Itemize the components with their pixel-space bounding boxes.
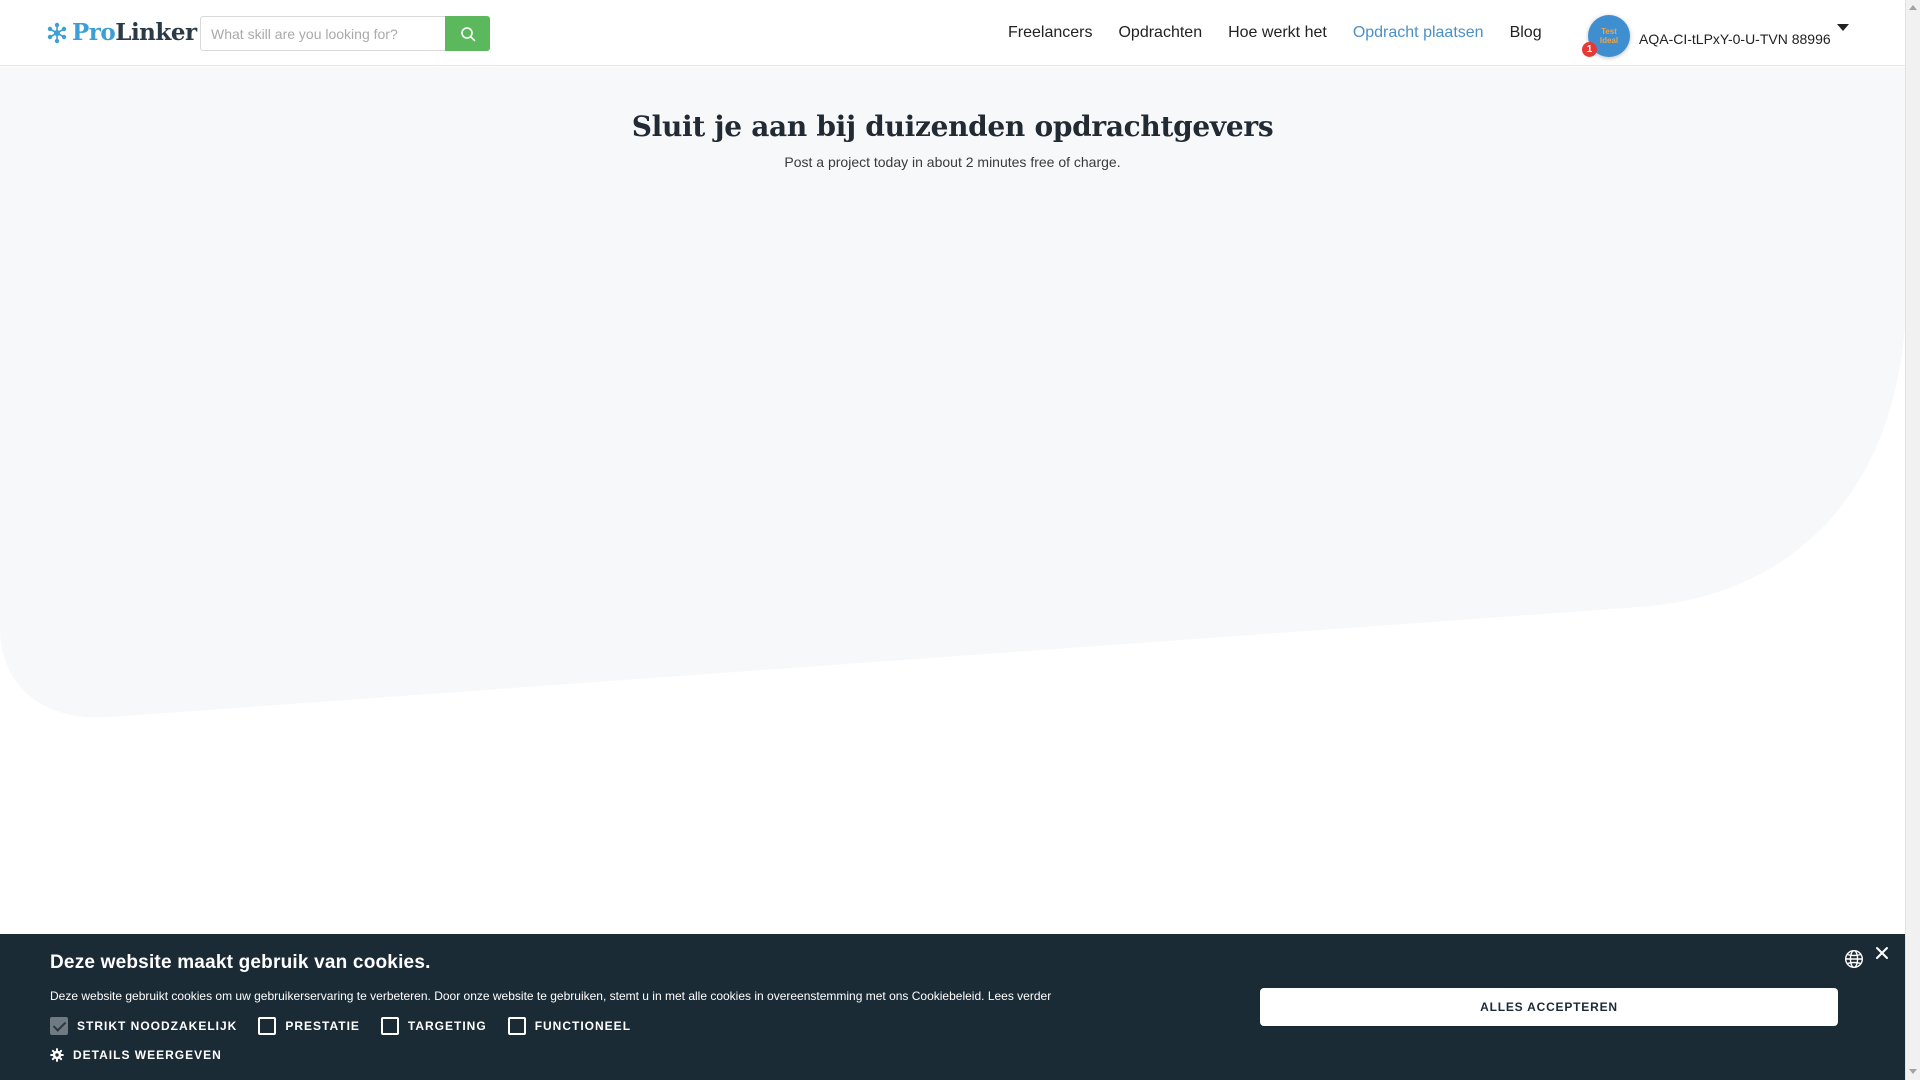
- cookie-options: STRIKT NOODZAKELIJK PRESTATIE TARGETING …: [50, 1017, 652, 1035]
- search-icon: [460, 26, 475, 41]
- prolinker-logo[interactable]: ProLinker: [46, 18, 197, 48]
- logo-wordmark: ProLinker: [72, 18, 197, 48]
- nav-freelancers[interactable]: Freelancers: [1008, 24, 1092, 42]
- cookie-option-label: STRIKT NOODZAKELIJK: [77, 1019, 238, 1033]
- nav-hoe-werkt-het[interactable]: Hoe werkt het: [1228, 24, 1327, 42]
- notification-badge[interactable]: 1: [1582, 42, 1597, 57]
- site-header: ProLinker Freelancers Opdrachten Hoe wer…: [0, 0, 1905, 66]
- user-name[interactable]: AQA-CI-tLPxY-0-U-TVN 88996: [1639, 31, 1831, 47]
- search-button[interactable]: [445, 16, 490, 51]
- skill-search: [200, 16, 490, 51]
- cookie-banner: Deze website maakt gebruik van cookies. …: [0, 934, 1905, 1080]
- cookie-option-targeting[interactable]: TARGETING: [380, 1017, 487, 1035]
- cookie-option-label: TARGETING: [407, 1019, 487, 1033]
- nav-opdracht-plaatsen[interactable]: Opdracht plaatsen: [1353, 24, 1484, 42]
- cookie-option-strictly-necessary[interactable]: STRIKT NOODZAKELIJK: [50, 1017, 237, 1035]
- checkbox-targeting[interactable]: [380, 1017, 399, 1035]
- cookie-option-label: FUNCTIONEEL: [534, 1019, 632, 1033]
- nav-opdrachten[interactable]: Opdrachten: [1118, 24, 1202, 42]
- logo-text-linker: Linker: [115, 19, 197, 46]
- page-scrollbar[interactable]: [1905, 0, 1920, 1080]
- main-nav: Freelancers Opdrachten Hoe werkt het Opd…: [1008, 0, 1568, 66]
- accept-all-button[interactable]: ALLES ACCEPTEREN: [1260, 988, 1838, 1026]
- checkbox-strictly-necessary[interactable]: [50, 1017, 68, 1035]
- avatar-text: Test Ideal: [1599, 27, 1619, 45]
- scroll-down-icon[interactable]: [1909, 1069, 1917, 1074]
- avatar[interactable]: Test Ideal 1: [1582, 15, 1630, 57]
- network-logo-icon: [47, 22, 67, 44]
- nav-blog[interactable]: Blog: [1510, 24, 1542, 42]
- skill-search-input[interactable]: [200, 16, 445, 51]
- page-subtitle: Post a project today in about 2 minutes …: [784, 154, 1121, 170]
- cookie-option-functional[interactable]: FUNCTIONEEL: [507, 1017, 632, 1035]
- checkbox-performance[interactable]: [258, 1017, 277, 1035]
- checkbox-functional[interactable]: [507, 1017, 526, 1035]
- scroll-up-icon[interactable]: [1909, 5, 1917, 10]
- page-title: Sluit je aan bij duizenden opdrachtgever…: [631, 110, 1274, 143]
- cookie-option-performance[interactable]: PRESTATIE: [258, 1017, 360, 1035]
- cookie-text: Deze website gebruikt cookies om uw gebr…: [50, 989, 1051, 1003]
- read-more-link[interactable]: Lees verder: [988, 989, 1051, 1003]
- close-icon[interactable]: [1875, 946, 1889, 960]
- logo-text-pro: Pro: [72, 19, 116, 46]
- globe-icon[interactable]: [1844, 949, 1864, 969]
- gear-icon: [50, 1048, 64, 1062]
- cookie-option-label: PRESTATIE: [285, 1019, 360, 1033]
- cookie-description: Deze website gebruikt cookies om uw gebr…: [50, 989, 985, 1003]
- show-details-toggle[interactable]: DETAILS WEERGEVEN: [50, 1048, 222, 1062]
- cookie-title: Deze website maakt gebruik van cookies.: [50, 952, 431, 973]
- show-details-label: DETAILS WEERGEVEN: [73, 1048, 222, 1062]
- user-menu[interactable]: Test Ideal 1 AQA-CI-tLPxY-0-U-TVN 88996: [1582, 15, 1831, 57]
- caret-down-icon[interactable]: [1836, 23, 1850, 33]
